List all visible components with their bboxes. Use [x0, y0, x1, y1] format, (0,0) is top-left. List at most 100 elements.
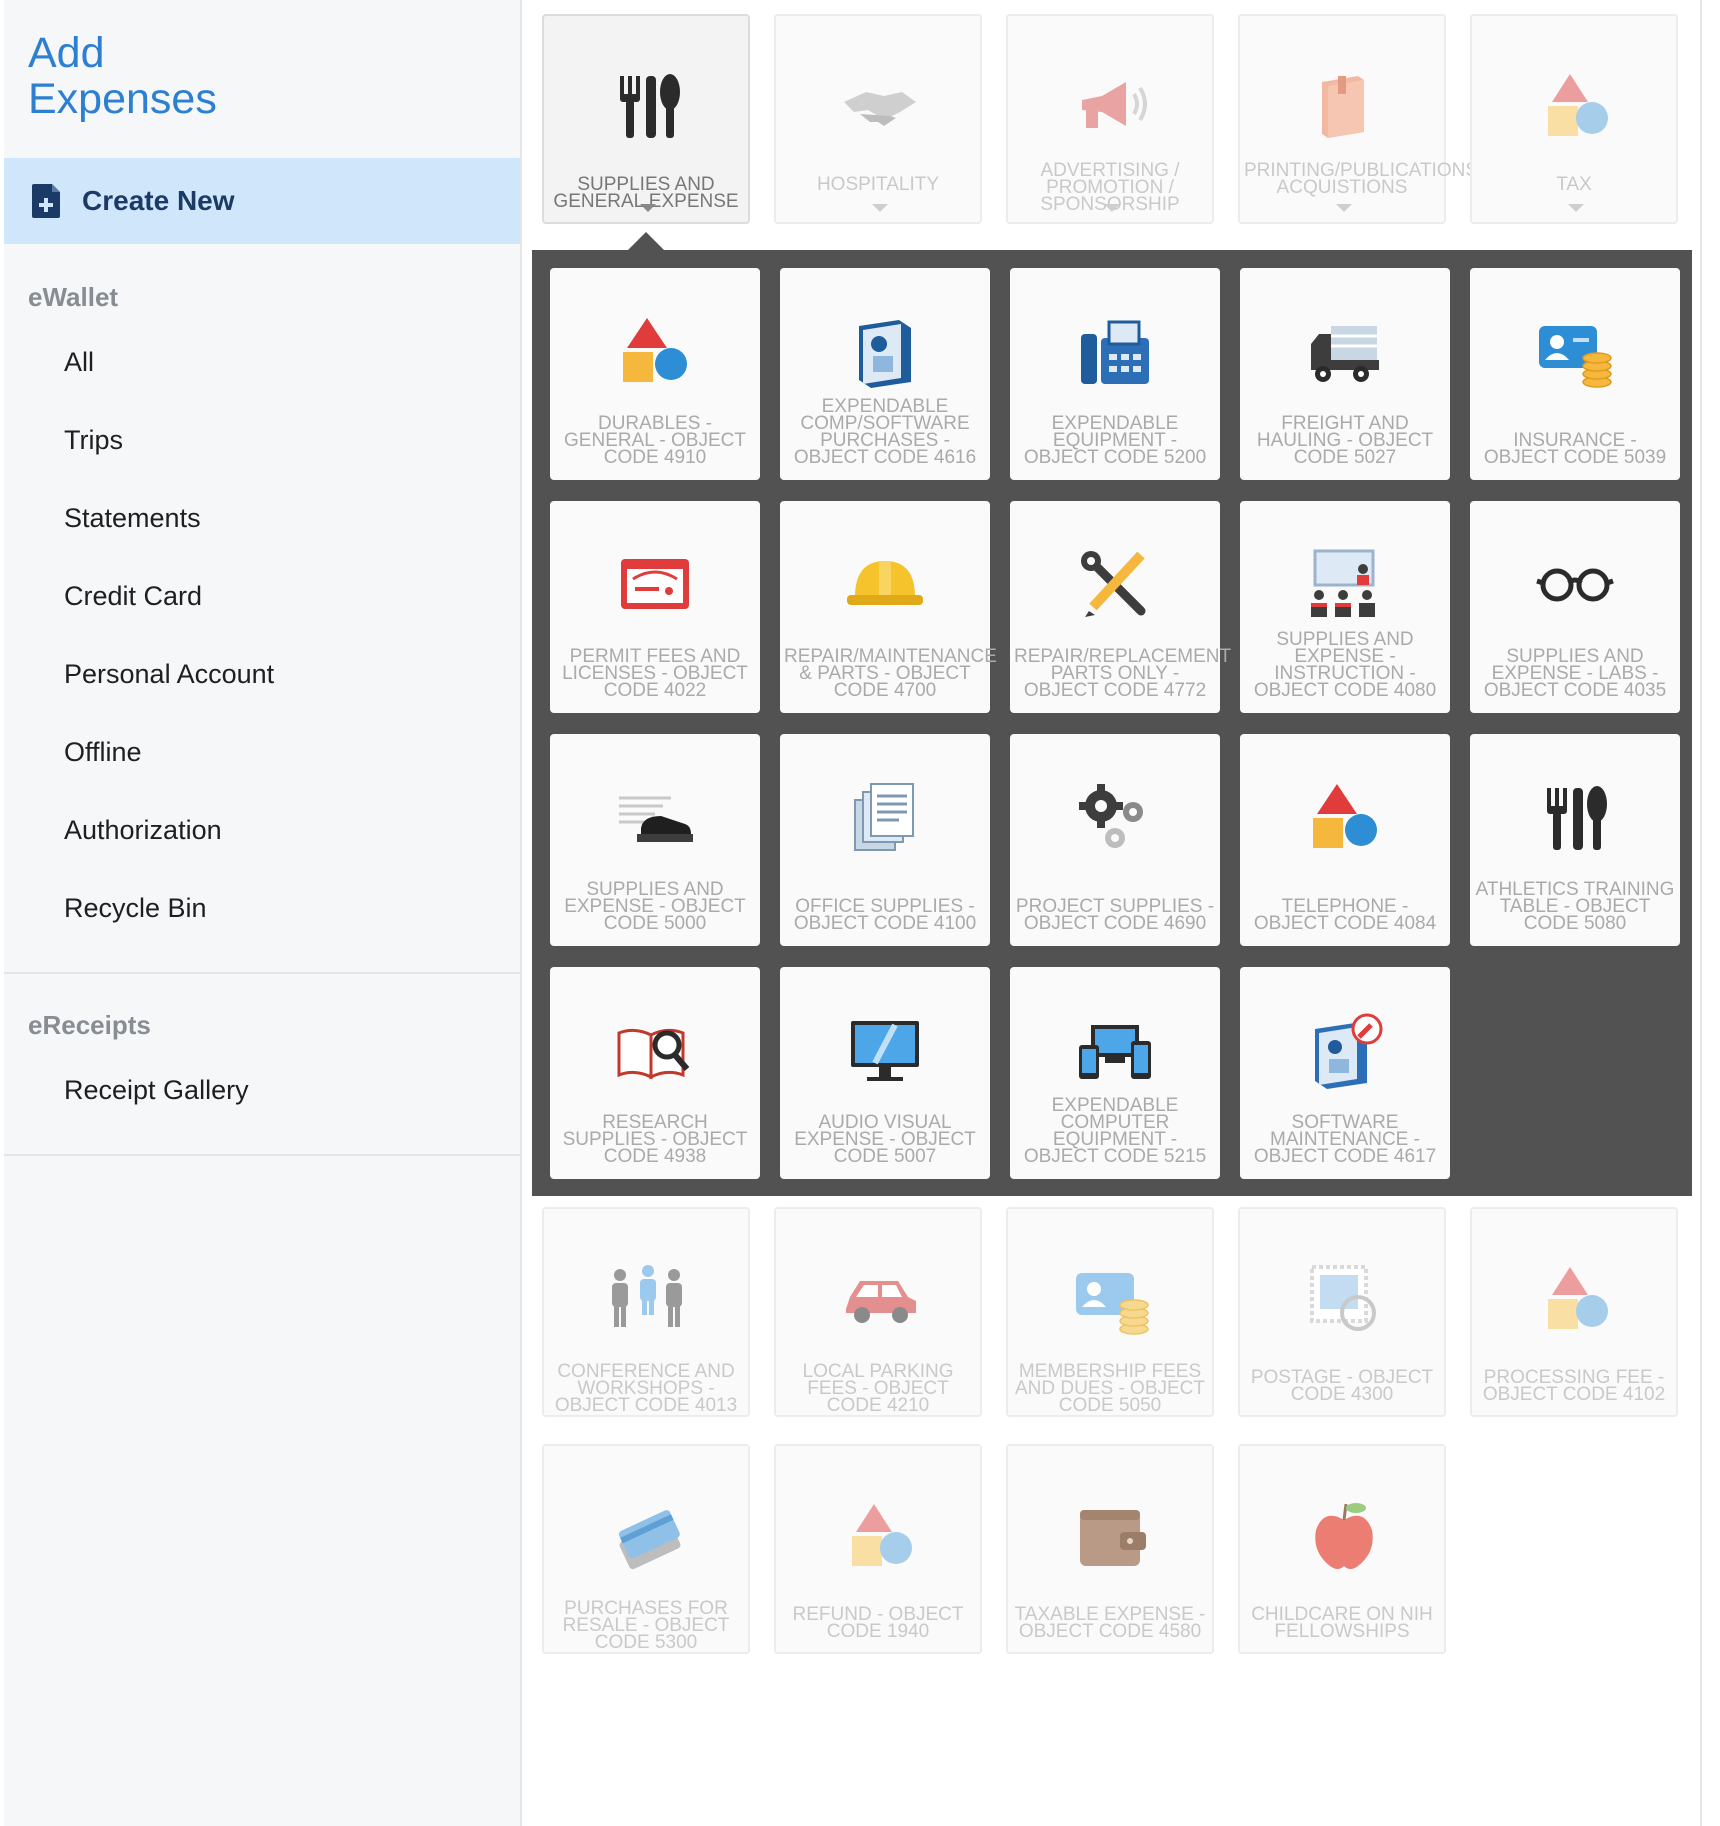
hard-hat-icon: [845, 545, 925, 625]
create-new-label: Create New: [82, 185, 235, 216]
documents-icon: [845, 778, 925, 858]
chevron-down-icon: [640, 204, 656, 212]
nav-item-credit-card[interactable]: Credit Card: [64, 581, 202, 612]
shapes-icon: [1536, 1259, 1616, 1339]
category-tax[interactable]: TAX: [1470, 14, 1678, 224]
category-label: PURCHASES FOR RESALE - OBJECT CODE 5300: [562, 1598, 730, 1653]
subcategory-expendable-comp-software[interactable]: EXPENDABLE COMP/SOFTWARE PURCHASES - OBJ…: [780, 268, 990, 480]
nav-item-personal-account[interactable]: Personal Account: [64, 659, 274, 690]
nav-item-statements[interactable]: Statements: [64, 503, 201, 534]
new-document-icon: [32, 184, 60, 218]
nav-item-recycle-bin[interactable]: Recycle Bin: [64, 893, 207, 924]
category-supplies-general-expense[interactable]: SUPPLIES AND GENERAL EXPENSE: [542, 14, 750, 224]
subcategory-label: TELEPHONE - OBJECT CODE 4084: [1253, 896, 1437, 934]
utensils-icon: [1535, 778, 1615, 858]
subcategory-telephone[interactable]: TELEPHONE - OBJECT CODE 4084: [1240, 734, 1450, 946]
subcategory-insurance[interactable]: INSURANCE - OBJECT CODE 5039: [1470, 268, 1680, 480]
shapes-icon: [1305, 778, 1385, 858]
subcategory-audio-visual[interactable]: AUDIO VISUAL EXPENSE - OBJECT CODE 5007: [780, 967, 990, 1179]
subcategory-research-supplies[interactable]: RESEARCH SUPPLIES - OBJECT CODE 4938: [550, 967, 760, 1179]
subcategory-freight-hauling[interactable]: FREIGHT AND HAULING - OBJECT CODE 5027: [1240, 268, 1450, 480]
ereceipts-header: eReceipts: [28, 1010, 151, 1040]
category-purchases-for-resale[interactable]: PURCHASES FOR RESALE - OBJECT CODE 5300: [542, 1444, 750, 1654]
chevron-down-icon: [1104, 204, 1120, 212]
category-label: REFUND - OBJECT CODE 1940: [792, 1604, 964, 1642]
subcategory-label: EXPENDABLE COMP/SOFTWARE PURCHASES - OBJ…: [793, 396, 977, 468]
chevron-down-icon: [872, 204, 888, 212]
nav-item-all[interactable]: All: [64, 347, 94, 378]
subcategory-repair-maintenance[interactable]: REPAIR/MAINTENANCE & PARTS - OBJECT CODE…: [780, 501, 997, 713]
category-postage[interactable]: POSTAGE - OBJECT CODE 4300: [1238, 1207, 1446, 1417]
category-label: PROCESSING FEE - OBJECT CODE 4102: [1482, 1367, 1666, 1405]
subcategory-repair-replacement[interactable]: REPAIR/REPLACEMENT PARTS ONLY - OBJECT C…: [1010, 501, 1231, 713]
panel-pointer: [628, 232, 664, 250]
divider: [4, 972, 520, 974]
category-refund[interactable]: REFUND - OBJECT CODE 1940: [774, 1444, 982, 1654]
subcategory-label: ATHLETICS TRAINING TABLE - OBJECT CODE 5…: [1475, 879, 1675, 934]
shapes-icon: [1536, 66, 1616, 146]
category-label: PRINTING/PUBLICATIONS/LIBRARY ACQUISTION…: [1244, 160, 1565, 198]
category-taxable-expense[interactable]: TAXABLE EXPENSE - OBJECT CODE 4580: [1006, 1444, 1214, 1654]
subcategory-label: PROJECT SUPPLIES - OBJECT CODE 4690: [1015, 896, 1215, 934]
shapes-icon: [615, 312, 695, 392]
nav-item-trips[interactable]: Trips: [64, 425, 123, 456]
category-label: TAXABLE EXPENSE - OBJECT CODE 4580: [1014, 1604, 1206, 1642]
subcategory-label: RESEARCH SUPPLIES - OBJECT CODE 4938: [562, 1112, 748, 1167]
stapler-icon: [615, 778, 695, 858]
subcategory-supplies-expense[interactable]: SUPPLIES AND EXPENSE - OBJECT CODE 5000: [550, 734, 760, 946]
category-printing-publications[interactable]: PRINTING/PUBLICATIONS/LIBRARY ACQUISTION…: [1238, 14, 1565, 224]
subcategory-office-supplies[interactable]: OFFICE SUPPLIES - OBJECT CODE 4100: [780, 734, 990, 946]
category-childcare-nih[interactable]: CHILDCARE ON NIH FELLOWSHIPS: [1238, 1444, 1446, 1654]
subcategory-label: EXPENDABLE EQUIPMENT - OBJECT CODE 5200: [1023, 413, 1207, 468]
subcategory-expendable-computer-equipment[interactable]: EXPENDABLE COMPUTER EQUIPMENT - OBJECT C…: [1010, 967, 1220, 1179]
sidebar: Add Expenses Create New eWallet All Trip…: [4, 0, 522, 1826]
shapes-icon: [840, 1496, 920, 1576]
car-icon: [840, 1259, 920, 1339]
nav-item-authorization[interactable]: Authorization: [64, 815, 222, 846]
subcategory-label: SOFTWARE MAINTENANCE - OBJECT CODE 4617: [1253, 1112, 1437, 1167]
subcategory-label: DURABLES - GENERAL - OBJECT CODE 4910: [564, 413, 746, 468]
category-label: TAX: [1556, 174, 1592, 195]
subcategory-label: PERMIT FEES AND LICENSES - OBJECT CODE 4…: [562, 646, 748, 701]
subcategory-permit-fees[interactable]: PERMIT FEES AND LICENSES - OBJECT CODE 4…: [550, 501, 760, 713]
apple-icon: [1304, 1496, 1384, 1576]
category-label: CONFERENCE AND WORKSHOPS - OBJECT CODE 4…: [554, 1361, 738, 1416]
subcategory-label: SUPPLIES AND EXPENSE - LABS - OBJECT COD…: [1483, 646, 1667, 701]
category-label: CHILDCARE ON NIH FELLOWSHIPS: [1251, 1604, 1433, 1642]
page-title: Add Expenses: [28, 29, 217, 123]
monitor-icon: [845, 1011, 925, 1091]
category-local-parking-fees[interactable]: LOCAL PARKING FEES - OBJECT CODE 4210: [774, 1207, 982, 1417]
category-label: HOSPITALITY: [816, 174, 940, 195]
stamp-icon: [1304, 1259, 1384, 1339]
book-magnifier-icon: [615, 1011, 695, 1091]
subcategory-supplies-labs[interactable]: SUPPLIES AND EXPENSE - LABS - OBJECT COD…: [1470, 501, 1680, 713]
devices-icon: [1075, 1011, 1155, 1091]
category-hospitality[interactable]: HOSPITALITY: [774, 14, 982, 224]
create-new-button[interactable]: Create New: [4, 158, 520, 244]
subcategory-project-supplies[interactable]: PROJECT SUPPLIES - OBJECT CODE 4690: [1010, 734, 1220, 946]
subcategory-expendable-equipment[interactable]: EXPENDABLE EQUIPMENT - OBJECT CODE 5200: [1010, 268, 1220, 480]
credit-cards-icon: [608, 1496, 688, 1576]
subcategory-durables[interactable]: DURABLES - GENERAL - OBJECT CODE 4910: [550, 268, 760, 480]
subcategory-supplies-instruction[interactable]: SUPPLIES AND EXPENSE - INSTRUCTION - OBJ…: [1240, 501, 1450, 713]
megaphone-icon: [1072, 66, 1152, 146]
classroom-icon: [1305, 545, 1385, 625]
category-conference-workshops[interactable]: CONFERENCE AND WORKSHOPS - OBJECT CODE 4…: [542, 1207, 750, 1417]
category-membership-fees[interactable]: MEMBERSHIP FEES AND DUES - OBJECT CODE 5…: [1006, 1207, 1214, 1417]
wallet-icon: [1072, 1496, 1152, 1576]
id-card-coins-icon: [1072, 1259, 1152, 1339]
truck-icon: [1305, 312, 1385, 392]
ewallet-header: eWallet: [28, 282, 119, 312]
divider: [4, 1154, 520, 1156]
nav-item-offline[interactable]: Offline: [64, 737, 142, 768]
category-advertising[interactable]: ADVERTISING / PROMOTION / SPONSORSHIP: [1006, 14, 1214, 224]
subcategory-label: SUPPLIES AND EXPENSE - OBJECT CODE 5000: [564, 879, 746, 934]
tools-icon: [1075, 545, 1155, 625]
nav-item-receipt-gallery[interactable]: Receipt Gallery: [64, 1075, 249, 1106]
category-processing-fee[interactable]: PROCESSING FEE - OBJECT CODE 4102: [1470, 1207, 1678, 1417]
fax-icon: [1075, 312, 1155, 392]
utensils-icon: [608, 66, 688, 146]
subcategory-athletics-training-table[interactable]: ATHLETICS TRAINING TABLE - OBJECT CODE 5…: [1470, 734, 1680, 946]
gears-icon: [1075, 778, 1155, 858]
subcategory-software-maintenance[interactable]: SOFTWARE MAINTENANCE - OBJECT CODE 4617: [1240, 967, 1450, 1179]
